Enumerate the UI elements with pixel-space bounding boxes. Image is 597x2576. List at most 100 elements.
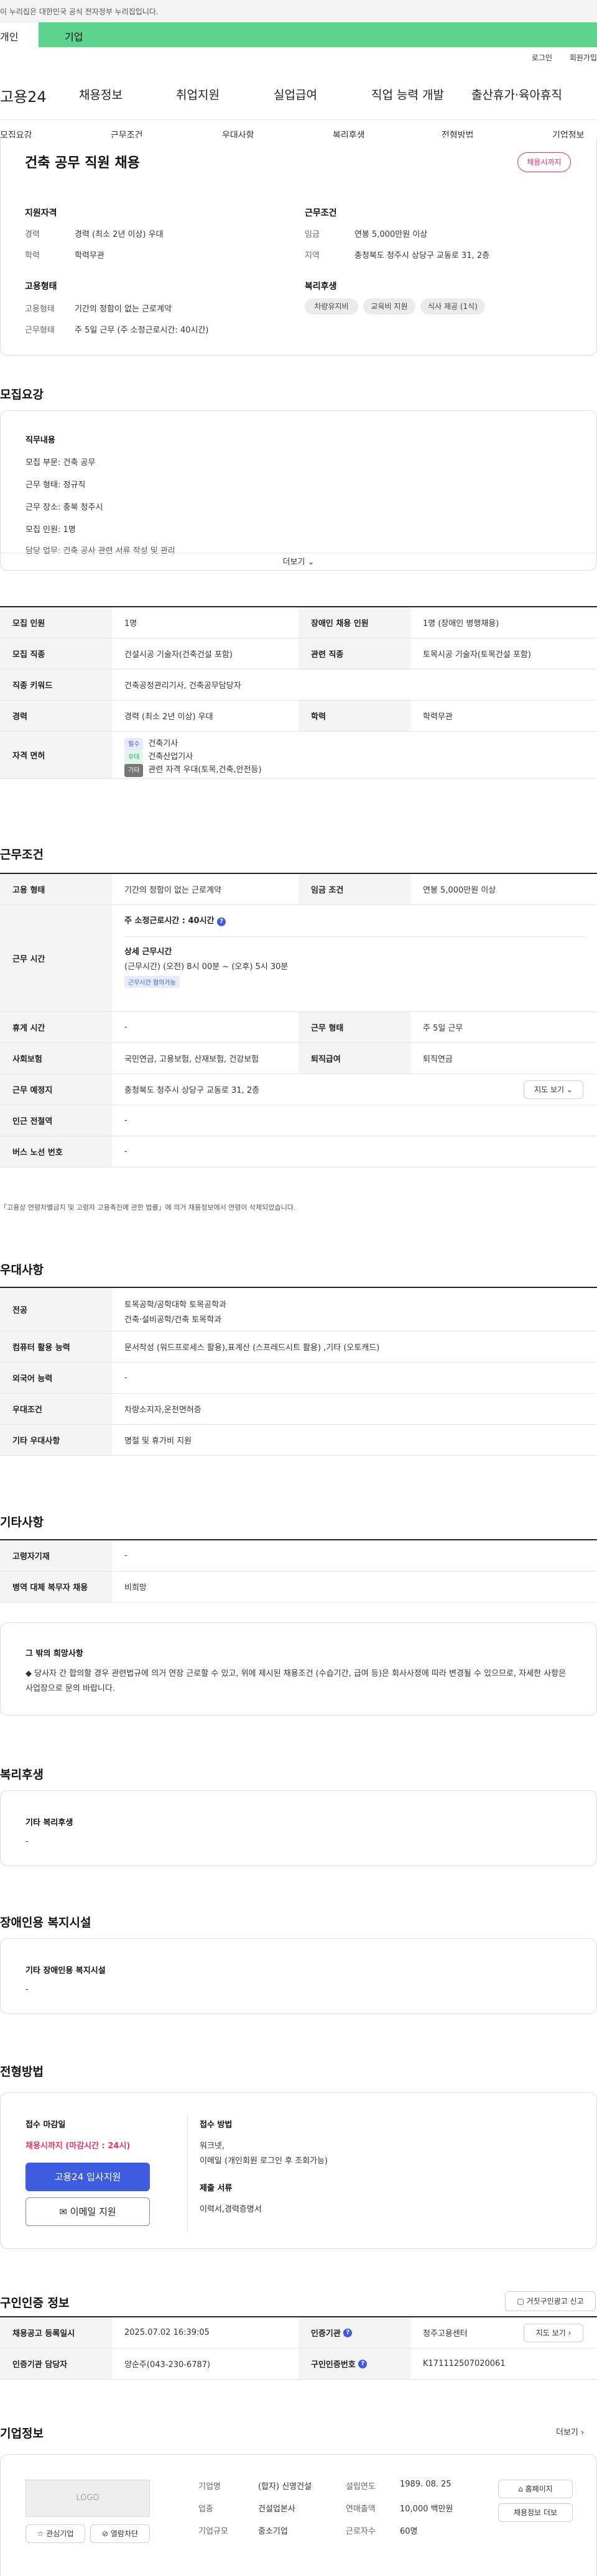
login-link[interactable]: 로그인 (532, 53, 552, 62)
other-pref-value: 명절 및 휴가비 지원 (124, 1437, 192, 1446)
gov-banner-text: 이 누리집은 대한민국 공식 전자정부 누리집입니다. (0, 7, 159, 16)
duty-line: 근무 장소: 충북 청주시 (25, 503, 103, 512)
welfare-chip: 차량유지비 (305, 298, 358, 315)
license-item: 필수 건축기사 (124, 738, 262, 751)
license-tag: 필수 (124, 738, 144, 751)
table-row: 직종 키워드 건축공정관리기사, 건축공무담당자 (0, 669, 597, 701)
keyword-label: 직종 키워드 (0, 669, 112, 700)
language-label: 외국어 능력 (0, 1363, 112, 1393)
education-value: 학력무관 (423, 712, 453, 722)
gnb-employment-support[interactable]: 취업지원 (176, 86, 220, 103)
deadline-badge: 채용시까지 (517, 152, 571, 172)
block-company-button[interactable]: ⊘ 열람차단 (90, 2524, 150, 2543)
disability-section-title: 장애인용 복지시설 (0, 1916, 91, 1930)
map-button[interactable]: 지도 보기 ⌄ (524, 1080, 583, 1099)
manager-value: 양순주(043-230-6787) (124, 2360, 211, 2370)
chevron-down-icon: ⌄ (307, 558, 315, 567)
extra-notes-text: ◆ 당사자 간 합의할 경우 관련법규에 의거 연장 근로할 수 있고, 위에 … (25, 1669, 567, 1693)
welfare-heading: 복리후생 (305, 282, 337, 292)
preference-section-title: 우대사항 (0, 1263, 44, 1277)
apply-button[interactable]: 고용24 입사지원 (25, 2163, 150, 2191)
duty-line: 모집 인원: 1명 (25, 525, 76, 535)
disability-value: - (25, 1985, 29, 1994)
auth-id-value: K171112507020061 (423, 2359, 506, 2368)
weekly-hours-value: 주 소정근로시간 : 40시간 (124, 916, 215, 926)
employment-type-label: 고용형태 (25, 305, 55, 314)
table-row: 기타 우대사항 명절 및 휴가비 지원 (0, 1425, 597, 1456)
insurance-label: 사회보험 (0, 1043, 112, 1074)
email-apply-button[interactable]: ✉ 이메일 지원 (25, 2197, 150, 2226)
staff-label: 근로자수 (346, 2527, 376, 2536)
conditions-heading: 근무조건 (305, 208, 337, 218)
table-row: 사회보험 국민연금, 고용보험, 산재보험, 건강보험 퇴직급여 퇴직연금 (0, 1043, 597, 1074)
employment-type-value: 기간의 정함이 없는 근로계약 (124, 886, 221, 895)
duty-heading: 직무내용 (25, 436, 55, 445)
table-row: 전공 토목공학/공학대학 토목공학과 건축·설비공학/건축 토목학과 (0, 1288, 597, 1332)
gnb-unemployment-benefit[interactable]: 실업급여 (274, 86, 317, 103)
site-logo[interactable]: 고용24 (0, 85, 47, 106)
license-name: 건축산업기사 (148, 752, 193, 761)
table-row: 근무 예정지 충청북도 청주시 상당구 교동로 31, 2층 지도 보기 ⌄ (0, 1074, 597, 1105)
tab-personal[interactable]: 개인 (0, 22, 39, 47)
audience-tabs: 개인 기업 (0, 22, 597, 47)
education-label: 학력 (25, 251, 40, 260)
reg-date-label: 채용공고 등록일시 (0, 2317, 112, 2348)
severance-value: 퇴직연금 (423, 1055, 453, 1064)
elderly-label: 고령자기재 (0, 1540, 112, 1571)
license-tag: 우대 (124, 751, 144, 764)
table-row: 외국어 능력 - (0, 1363, 597, 1394)
gnb-vocational-training[interactable]: 직업 능력 개발 (371, 86, 444, 103)
favorite-company-button[interactable]: ☆ 관심기업 (25, 2524, 85, 2543)
table-row: 휴게 시간 - 근무 형태 주 5일 근무 (0, 1012, 597, 1043)
home-icon: ⌂ (518, 2485, 523, 2493)
chevron-right-icon: › (581, 2428, 585, 2437)
join-link[interactable]: 회원가입 (570, 53, 597, 62)
welfare-section-title: 복리후생 (0, 1768, 44, 1782)
method-heading: 접수 방법 (200, 2120, 233, 2130)
agency-label-text: 인증기관 (311, 2329, 341, 2339)
block-label: 열람차단 (110, 2529, 139, 2538)
employment-type-label: 고용 형태 (0, 874, 112, 904)
elderly-value: - (124, 1551, 127, 1560)
table-row: 컴퓨터 활용 능력 문서작성 (워드프로세스 활용),표계산 (스프레드시트 활… (0, 1332, 597, 1363)
tab-company[interactable]: 기업 (39, 22, 597, 47)
info-icon[interactable]: ? (343, 2328, 353, 2337)
language-value: - (124, 1373, 127, 1382)
job-category-value: 건설시공 기술자(건축건설 포함) (124, 650, 233, 660)
reg-date-value: 2025.07.02 16:39:05 (124, 2328, 210, 2337)
info-icon[interactable]: ? (217, 918, 226, 926)
bus-label: 버스 노선 번호 (0, 1136, 112, 1167)
gnb-jobs[interactable]: 채용정보 (79, 86, 123, 103)
wage-label: 임금 조건 (298, 874, 410, 904)
report-fake-ad-button[interactable]: ▢ 거짓구인광고 신고 (505, 2291, 596, 2311)
welfare-chip: 교육비 지원 (363, 298, 415, 315)
severance-label: 퇴직급여 (298, 1043, 410, 1074)
map-button-label: 지도 보기 (534, 1085, 565, 1094)
agency-map-button[interactable]: 지도 보기 › (524, 2324, 583, 2342)
company-more-link[interactable]: 더보기 › (556, 2426, 584, 2437)
work-form-label: 근무 형태 (298, 1012, 410, 1042)
license-name: 관련 자격 우대(토목,건축,안전등) (148, 765, 262, 775)
license-label: 자격 면허 (0, 732, 112, 778)
company-jobs-button[interactable]: 채용정보 더보 (498, 2503, 573, 2522)
education-label: 학력 (298, 701, 410, 731)
info-icon[interactable]: ? (358, 2359, 368, 2368)
career-label: 경력 (0, 701, 112, 731)
email-apply-label: 이메일 지원 (70, 2206, 116, 2217)
military-label: 병역 대체 복무자 채용 (0, 1571, 112, 1602)
welfare-chip: 식사 제공 (1식) (420, 298, 485, 315)
location-label: 지역 (305, 251, 320, 260)
hours-negotiable-tag: 근무시간 협의가능 (124, 976, 180, 988)
duty-more-button[interactable]: 더보기 ⌄ (1, 553, 596, 571)
job-category-label: 모집 직종 (0, 638, 112, 669)
divider (187, 2114, 188, 2232)
license-list: 필수 건축기사 우대 건축산업기사 기타 관련 자격 우대(토목,건축,안전등) (124, 738, 262, 777)
sales-value: 10,000 백만원 (400, 2505, 453, 2514)
gnb-parental-leave[interactable]: 출산휴가·육아휴직 (471, 86, 562, 103)
utility-links: 로그인 회원가입 (517, 52, 597, 63)
homepage-button[interactable]: ⌂ 홈페이지 (498, 2480, 573, 2498)
conditions-table: 고용 형태 기간의 정함이 없는 근로계약 임금 조건 연봉 5,000만원 이… (0, 873, 597, 1202)
preference-cond-value: 차량소지자,운전면허증 (124, 1405, 201, 1415)
chevron-down-icon: ⌄ (566, 1085, 573, 1094)
major-value: 토목공학/공학대학 토목공학과 (124, 1300, 226, 1310)
